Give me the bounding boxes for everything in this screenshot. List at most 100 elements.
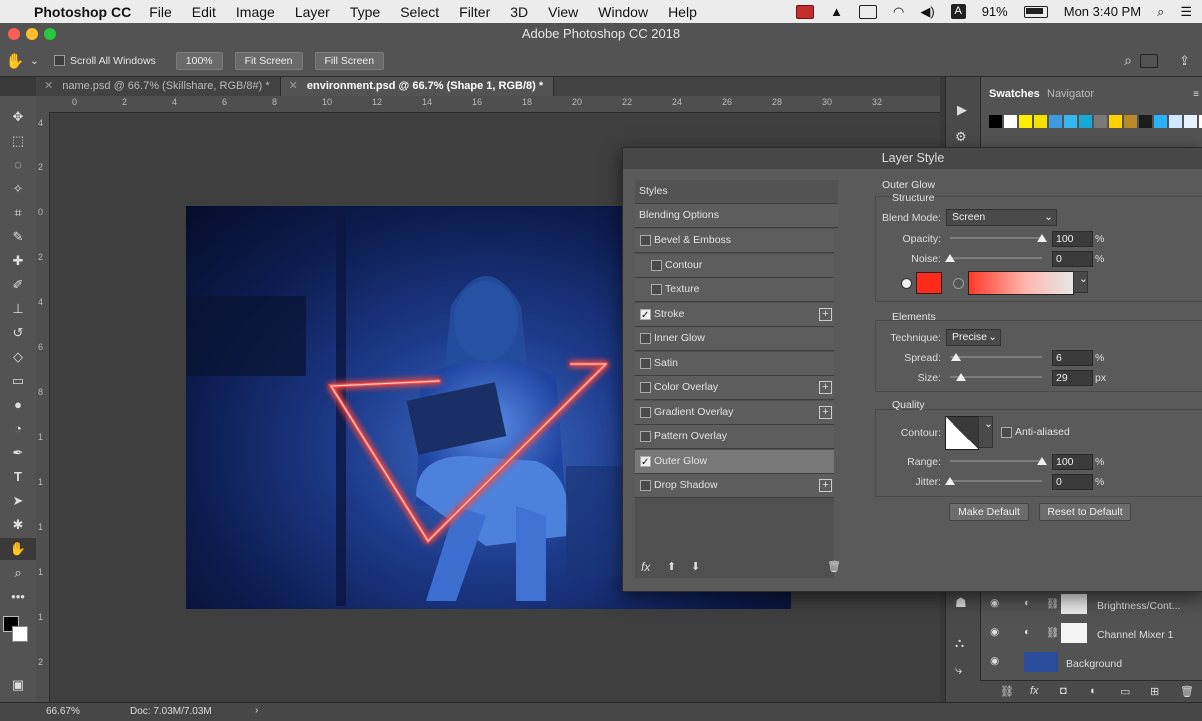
delete-effect-icon[interactable]: 🗑 [827, 560, 841, 573]
glow-color-swatch[interactable] [916, 272, 942, 294]
gradient-picker[interactable] [968, 271, 1074, 295]
color-swatch[interactable] [989, 115, 1002, 128]
menu-3d[interactable]: 3D [510, 4, 528, 20]
more-tools-icon[interactable]: ••• [0, 586, 36, 608]
wifi-icon[interactable]: ◠ [893, 4, 904, 20]
styles-header[interactable]: Styles [635, 180, 838, 204]
layer-mask-thumbnail[interactable] [1061, 623, 1087, 643]
range-slider-thumb[interactable] [1037, 457, 1047, 465]
zoom-100-button[interactable]: 100% [175, 51, 223, 70]
style-item-gradient-overlay[interactable]: Gradient Overlay + [635, 400, 834, 425]
search-icon[interactable]: ⌕ [1124, 52, 1132, 69]
path-selection-tool-icon[interactable]: ➤ [0, 490, 36, 512]
move-tool-icon[interactable]: ✥ [0, 106, 36, 128]
style-item-color-overlay[interactable]: Color Overlay + [635, 376, 834, 400]
menu-help[interactable]: Help [668, 4, 697, 20]
range-input[interactable]: 100 [1052, 454, 1093, 470]
range-slider-track[interactable] [950, 460, 1042, 462]
add-effect-icon[interactable]: + [819, 479, 832, 492]
menu-file[interactable]: File [149, 4, 172, 20]
new-group-icon[interactable]: ▭ [1120, 685, 1130, 698]
fit-screen-button[interactable]: Fit Screen [234, 51, 303, 70]
visibility-eye-icon[interactable]: ◉ [990, 655, 999, 667]
dodge-tool-icon[interactable]: ◔ [0, 418, 36, 440]
input-source-icon[interactable]: A [950, 4, 966, 19]
workspace-icon[interactable] [1140, 53, 1158, 68]
style-checkbox[interactable] [640, 382, 651, 393]
tool-preset-chevron-icon[interactable]: ⌄ [30, 55, 50, 67]
color-swatch[interactable] [1109, 115, 1122, 128]
panel-menu-icon[interactable]: ≡ [1193, 89, 1199, 100]
style-item-satin[interactable]: Satin [635, 351, 834, 376]
opacity-slider-thumb[interactable] [1037, 234, 1047, 242]
color-swatch[interactable] [1169, 115, 1182, 128]
style-checkbox[interactable] [640, 431, 651, 442]
crop-tool-icon[interactable]: ⌗ [0, 202, 36, 224]
color-swatch[interactable] [1154, 115, 1167, 128]
scroll-all-windows-checkbox[interactable]: Scroll All Windows [54, 55, 156, 67]
size-slider-thumb[interactable] [955, 373, 966, 381]
link-icon[interactable]: ⛓ [1046, 626, 1059, 639]
link-layers-icon[interactable]: ⛓ [1000, 685, 1014, 698]
gradient-tool-icon[interactable]: ▭ [0, 370, 36, 392]
eyedropper-tool-icon[interactable]: ✎ [0, 226, 36, 248]
magic-wand-tool-icon[interactable]: ✧ [0, 178, 36, 200]
screen-mode-icon[interactable]: ▣ [0, 674, 36, 696]
tab-navigator[interactable]: Navigator [1047, 88, 1094, 100]
gradient-dropdown[interactable]: ⌄ [1073, 271, 1088, 293]
menu-layer[interactable]: Layer [295, 4, 330, 20]
style-item-inner-glow[interactable]: Inner Glow [635, 327, 834, 351]
menu-select[interactable]: Select [400, 4, 439, 20]
size-input[interactable]: 29 [1052, 370, 1093, 386]
notification-icon[interactable]: ▲ [830, 4, 843, 19]
link-icon[interactable]: ⛓ [1046, 597, 1059, 610]
zoom-tool-icon[interactable]: ⌕ [0, 562, 36, 584]
color-swatch[interactable] [1004, 115, 1017, 128]
solid-color-radio[interactable] [901, 278, 912, 289]
layer-row[interactable]: ◉ ◐ ⛓ Brightness/Cont... [946, 591, 1202, 619]
layer-row[interactable]: ◉ ◐ ⛓ Channel Mixer 1 [946, 620, 1202, 648]
add-mask-icon[interactable]: ◘ [1060, 685, 1067, 697]
gradient-radio[interactable] [953, 278, 964, 289]
fx-menu[interactable]: fx [641, 560, 650, 574]
color-swatch[interactable] [1049, 115, 1062, 128]
screen-record-icon[interactable] [796, 4, 815, 19]
style-item-contour[interactable]: Contour [635, 253, 834, 278]
style-checkbox[interactable] [651, 284, 662, 295]
color-swatch[interactable] [1034, 115, 1047, 128]
color-swatch[interactable] [1184, 115, 1197, 128]
layer-name[interactable]: Brightness/Cont... [1097, 600, 1180, 612]
blending-options-item[interactable]: Blending Options [635, 204, 838, 228]
layer-mask-thumbnail[interactable] [1061, 594, 1087, 614]
history-brush-tool-icon[interactable]: ↺ [0, 322, 36, 344]
style-checkbox[interactable] [640, 480, 651, 491]
volume-icon[interactable]: ◀) [920, 4, 934, 20]
color-swatch[interactable] [1124, 115, 1137, 128]
app-menu[interactable]: Photoshop CC [34, 4, 131, 20]
style-checkbox[interactable] [640, 304, 651, 327]
zoom-window-button[interactable] [44, 28, 56, 40]
type-tool-icon[interactable]: T [0, 466, 36, 488]
layer-name[interactable]: Background [1066, 658, 1122, 670]
jitter-slider-thumb[interactable] [945, 477, 955, 485]
menu-window[interactable]: Window [598, 4, 648, 20]
anti-aliased-checkbox[interactable] [1001, 427, 1012, 438]
new-layer-icon[interactable]: ⊞ [1150, 685, 1159, 698]
visibility-eye-icon[interactable]: ◉ [990, 626, 999, 638]
blur-tool-icon[interactable]: ● [0, 394, 36, 416]
menu-view[interactable]: View [548, 4, 578, 20]
style-item-drop-shadow[interactable]: Drop Shadow + [635, 474, 834, 498]
style-item-texture[interactable]: Texture [635, 278, 834, 302]
noise-input[interactable]: 0 [1052, 251, 1093, 267]
new-adjustment-icon[interactable]: ◐ [1090, 685, 1097, 697]
spread-input[interactable]: 6 [1052, 350, 1093, 366]
color-swatch[interactable] [1094, 115, 1107, 128]
spread-slider-thumb[interactable] [950, 353, 961, 361]
clock[interactable]: Mon 3:40 PM [1064, 4, 1141, 19]
make-default-button[interactable]: Make Default [949, 503, 1029, 521]
tab-swatches[interactable]: Swatches [989, 88, 1040, 100]
menu-type[interactable]: Type [350, 4, 380, 20]
jitter-input[interactable]: 0 [1052, 474, 1093, 490]
layer-name[interactable]: Channel Mixer 1 [1097, 629, 1173, 641]
status-menu-chevron-icon[interactable]: › [255, 705, 258, 716]
